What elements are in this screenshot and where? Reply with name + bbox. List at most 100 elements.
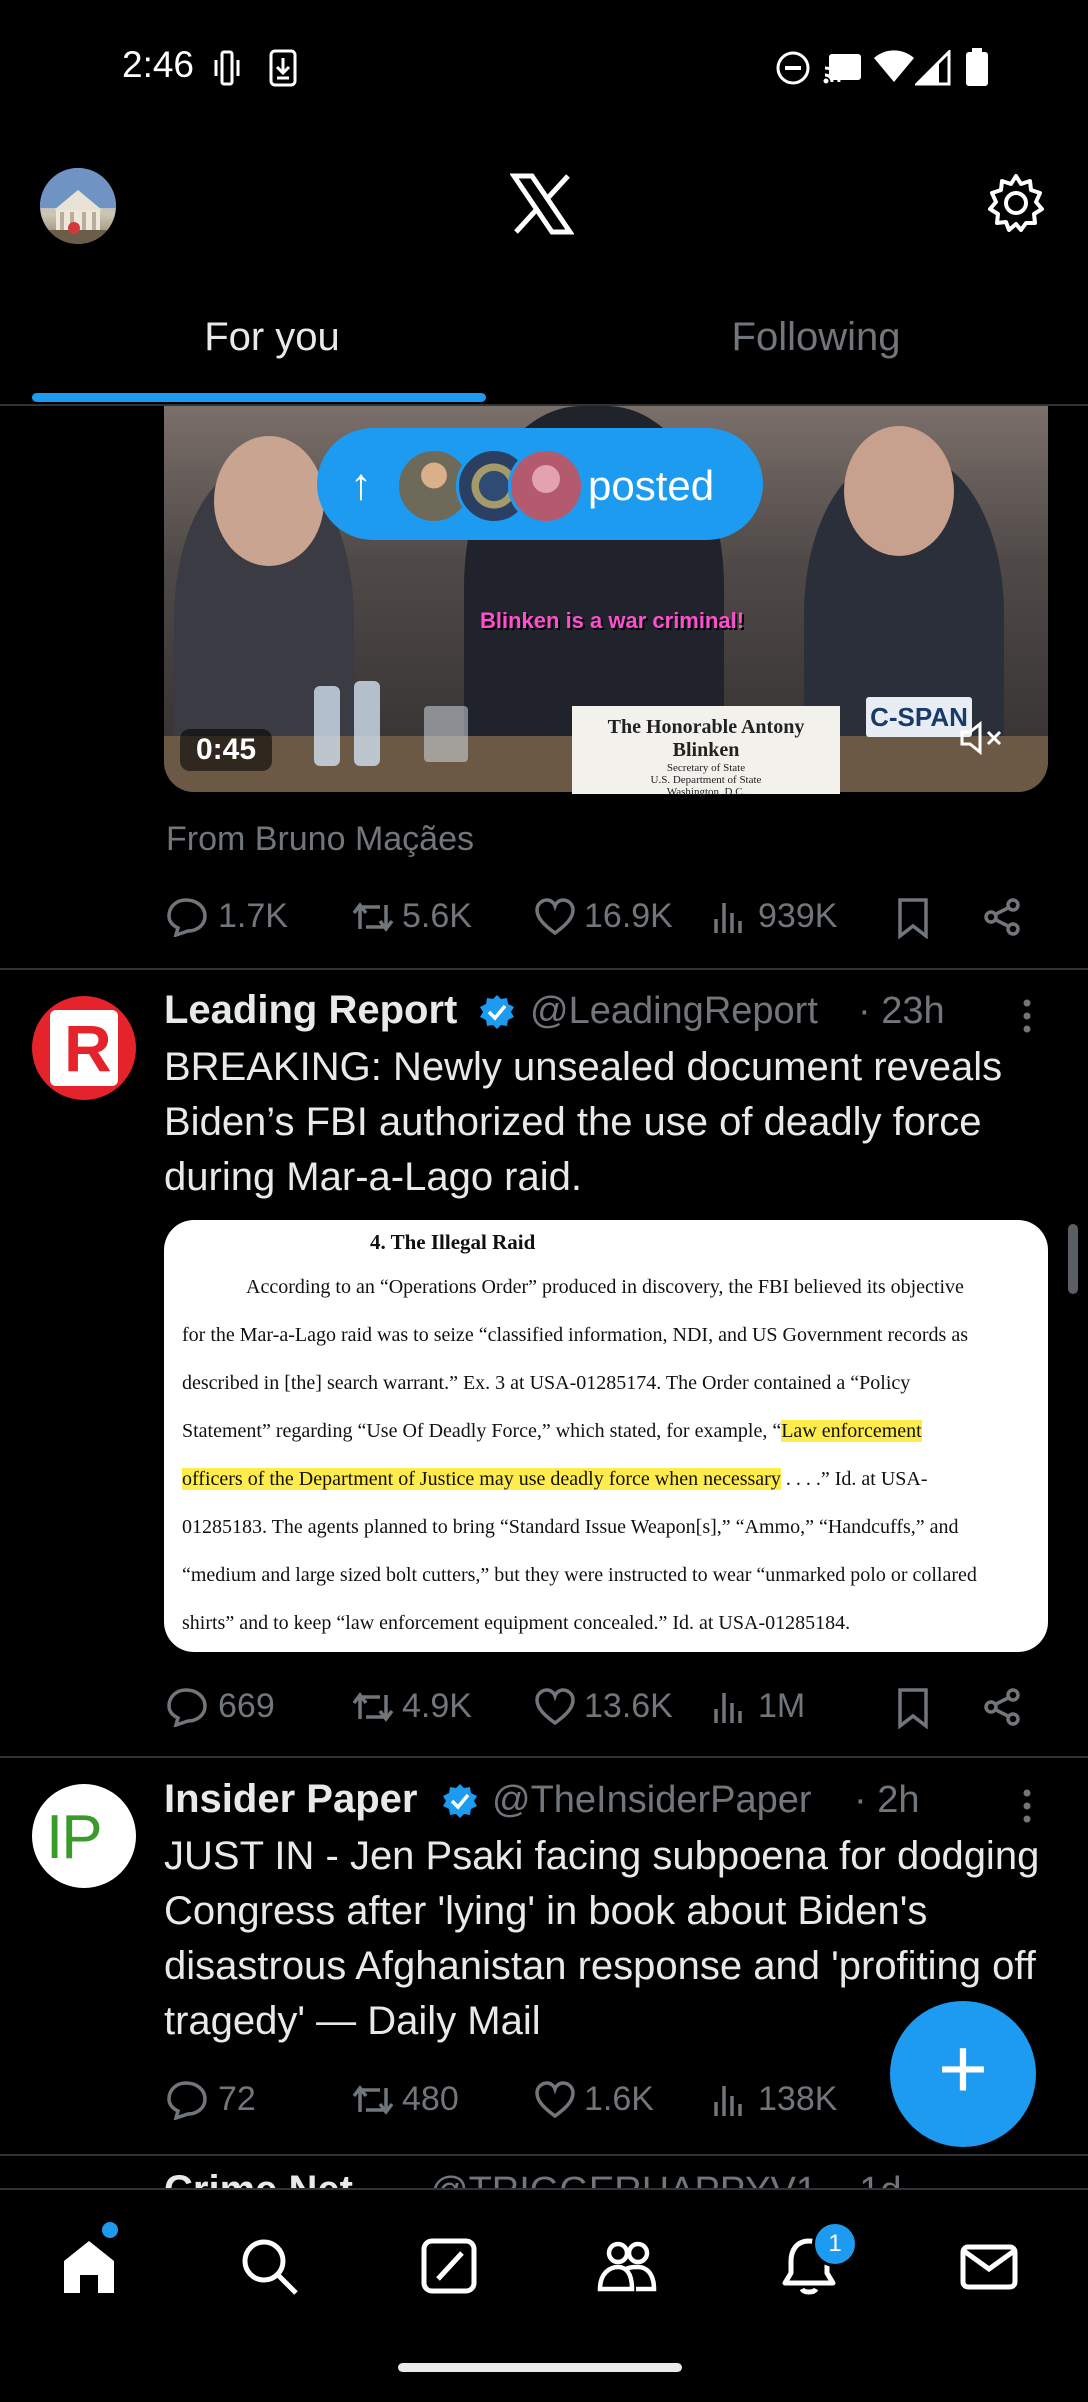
avatar-logo-text: IP <box>46 1803 103 1872</box>
cspan-logo: C-SPAN <box>866 697 972 737</box>
reply-count: 72 <box>218 2080 256 2118</box>
reply-count: 669 <box>218 1687 275 1725</box>
plus-icon: + <box>937 2021 989 2117</box>
view-count: 1M <box>758 1687 806 1725</box>
status-time: 2:46 <box>122 44 195 85</box>
reply-icon[interactable] <box>166 2080 208 2120</box>
gear-icon[interactable] <box>985 172 1047 234</box>
like-icon[interactable] <box>534 2080 576 2120</box>
more-options-icon[interactable] <box>1020 998 1034 1034</box>
like-count: 16.9K <box>584 897 673 935</box>
tweet-author-name[interactable]: Insider Paper <box>164 1777 417 1822</box>
gesture-bar[interactable] <box>398 2363 682 2372</box>
avatar-logo-letter: R <box>64 1011 112 1085</box>
tweet-divider <box>0 968 1088 970</box>
like-icon[interactable] <box>534 897 576 937</box>
like-count: 1.6K <box>584 2080 654 2118</box>
up-arrow-icon: ↑ <box>350 460 372 509</box>
tweet-author-handle[interactable]: @LeadingReport <box>530 990 818 1033</box>
video-face-right <box>844 426 954 556</box>
communities-icon[interactable] <box>596 2235 658 2297</box>
doc-line: Statement” regarding “Use Of Deadly Forc… <box>182 1420 1032 1443</box>
verified-badge-icon <box>480 995 514 1029</box>
bookmark-icon[interactable] <box>896 1687 930 1729</box>
view-count: 939K <box>758 897 838 935</box>
views-icon[interactable] <box>712 899 748 935</box>
video-face-left <box>214 436 324 566</box>
doc-heading: 4. The Illegal Raid <box>370 1230 536 1254</box>
new-posts-label: posted <box>588 462 715 509</box>
signal-icon <box>915 50 951 86</box>
repost-icon[interactable] <box>350 2082 396 2118</box>
doc-line: for the Mar-a-Lago raid was to seize “cl… <box>182 1324 968 1346</box>
wifi-icon <box>874 50 914 82</box>
search-icon[interactable] <box>238 2235 300 2297</box>
share-icon[interactable] <box>982 897 1022 937</box>
repost-icon[interactable] <box>350 899 396 935</box>
doc-line: described in [the] search warrant.” Ex. … <box>182 1372 911 1394</box>
nameplate: The Honorable Antony Blinken Secretary o… <box>572 706 840 798</box>
tweet-author-name[interactable]: Leading Report <box>164 988 457 1033</box>
nameplate-title: The Honorable Antony Blinken <box>607 716 805 761</box>
tweet-timestamp: · 1d <box>836 2170 901 2188</box>
doc-highlight: Law enforcement <box>781 1420 922 1442</box>
bookmark-icon[interactable] <box>896 897 930 939</box>
tweet-author-handle[interactable]: @TheInsiderPaper <box>492 1779 812 1822</box>
tweet-avatar[interactable]: R LEADING <box>32 996 136 1100</box>
notifications-badge: 1 <box>812 2221 858 2267</box>
home-icon[interactable] <box>58 2235 120 2297</box>
grok-icon[interactable] <box>418 2235 480 2297</box>
tweet-actions: 1.7K 5.6K 16.9K 939K <box>166 893 1046 943</box>
tab-for-you[interactable]: For you <box>0 315 544 360</box>
doc-highlight: officers of the Department of Justice ma… <box>182 1468 781 1490</box>
tweet-timestamp: · 23h <box>858 990 945 1032</box>
video-attribution[interactable]: From Bruno Maçães <box>166 820 474 859</box>
mute-icon[interactable] <box>958 718 1008 758</box>
reply-icon[interactable] <box>166 1687 208 1727</box>
doc-line: 01285183. The agents planned to bring “S… <box>182 1516 959 1538</box>
video-caption: Blinken is a war criminal! <box>480 608 745 633</box>
battery-icon <box>966 48 988 86</box>
video-duration: 0:45 <box>180 729 273 771</box>
doc-line: officers of the Department of Justice ma… <box>182 1468 1032 1491</box>
verified-badge-icon <box>443 1784 477 1818</box>
tweet-divider <box>0 1756 1088 1758</box>
avatar-image <box>40 168 116 244</box>
more-options-icon[interactable] <box>1020 1788 1034 1824</box>
share-icon[interactable] <box>982 1687 1022 1727</box>
tweet-avatar[interactable]: IP <box>32 1784 136 1888</box>
nameplate-sub: Secretary of State <box>666 762 746 774</box>
home-unread-dot <box>102 2222 118 2238</box>
doc-line: According to an “Operations Order” produ… <box>246 1276 964 1298</box>
compose-button[interactable]: + <box>890 2001 1036 2147</box>
doc-text: . . . .” Id. at USA- <box>780 1468 928 1490</box>
profile-avatar[interactable] <box>40 168 116 244</box>
like-icon[interactable] <box>534 1687 576 1727</box>
views-icon[interactable] <box>712 1689 748 1725</box>
scrollbar[interactable] <box>1068 1224 1078 1294</box>
partial-tweet: Crime Net @TRIGGERHAPPYV1 · 1d <box>0 2160 1088 2188</box>
tab-following[interactable]: Following <box>544 315 1088 360</box>
water-bottle <box>314 686 340 766</box>
x-logo-icon[interactable] <box>510 172 574 236</box>
poster-avatar <box>508 448 584 524</box>
like-count: 13.6K <box>584 1687 673 1725</box>
nameplate-sub: Washington, D.C. <box>666 786 746 798</box>
repost-icon[interactable] <box>350 1689 396 1725</box>
nameplate-sub: U.S. Department of State <box>650 774 762 786</box>
tweet-timestamp: · 2h <box>854 1779 920 1821</box>
avatar-logo-text: LEADING <box>47 1020 63 1079</box>
messages-icon[interactable] <box>958 2235 1020 2297</box>
tweet-author-handle[interactable]: @TRIGGERHAPPYV1 <box>430 2170 817 2188</box>
tweet-actions: 669 4.9K 13.6K 1M <box>166 1683 1046 1733</box>
tweet-author-name[interactable]: Crime Net <box>164 2168 353 2188</box>
doc-text: Statement” regarding “Use Of Deadly Forc… <box>182 1420 782 1442</box>
doc-line: shirts” and to keep “law enforcement equ… <box>182 1612 851 1634</box>
tweet-image-document[interactable]: 4. The Illegal Raid According to an “Ope… <box>164 1220 1048 1652</box>
tweet-divider <box>0 2154 1088 2156</box>
repost-count: 4.9K <box>402 1687 472 1725</box>
views-icon[interactable] <box>712 2082 748 2118</box>
repost-count: 5.6K <box>402 897 472 935</box>
water-bottle <box>354 681 380 766</box>
reply-icon[interactable] <box>166 897 208 937</box>
